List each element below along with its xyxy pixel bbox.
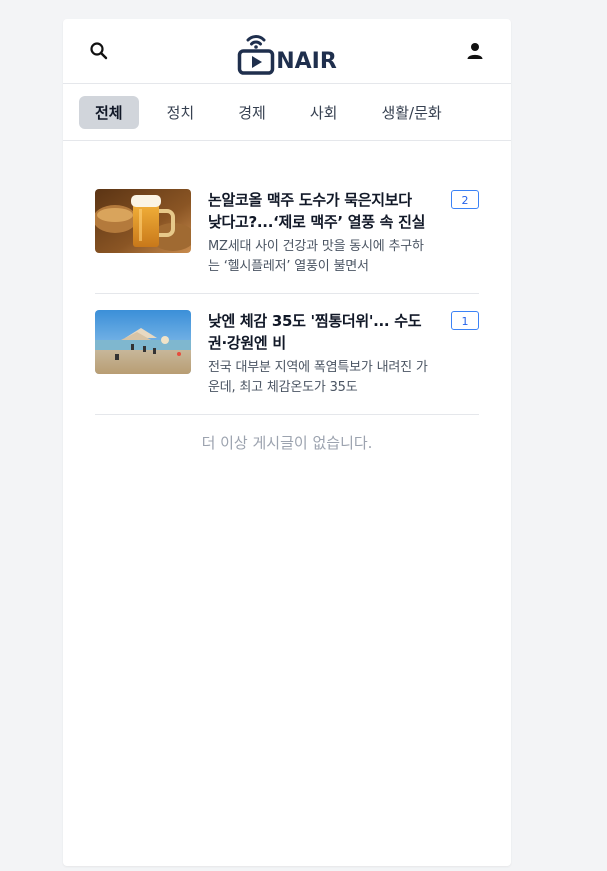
comment-count-badge: 1	[451, 311, 479, 330]
search-icon[interactable]	[89, 41, 109, 61]
article-title[interactable]: 논알코올 맥주 도수가 묵은지보다 낮다고?...‘제로 맥주’ 열풍 속 진실	[208, 189, 430, 233]
article-item[interactable]: 낮엔 체감 35도 '찜통더위'... 수도권·강원엔 비 전국 대부분 지역에…	[95, 294, 479, 415]
logo-text: NAIR	[276, 49, 337, 74]
article-title[interactable]: 낮엔 체감 35도 '찜통더위'... 수도권·강원엔 비	[208, 310, 430, 354]
tv-play-icon	[237, 35, 275, 75]
header: NAIR	[63, 19, 511, 84]
app-frame: NAIR 전체 정치 경제 사회 생활/문화 논알코올 맥주 도수가 묵은지보다…	[63, 19, 511, 866]
article-item[interactable]: 논알코올 맥주 도수가 묵은지보다 낮다고?...‘제로 맥주’ 열풍 속 진실…	[95, 173, 479, 294]
end-of-list-message: 더 이상 게시글이 없습니다.	[201, 434, 373, 452]
tab-society[interactable]: 사회	[294, 96, 354, 129]
user-icon[interactable]	[465, 41, 485, 61]
article-content: 논알코올 맥주 도수가 묵은지보다 낮다고?...‘제로 맥주’ 열풍 속 진실…	[208, 189, 430, 277]
article-list: 논알코올 맥주 도수가 묵은지보다 낮다고?...‘제로 맥주’ 열풍 속 진실…	[63, 141, 511, 453]
article-content: 낮엔 체감 35도 '찜통더위'... 수도권·강원엔 비 전국 대부분 지역에…	[208, 310, 430, 398]
article-summary: MZ세대 사이 건강과 맛을 동시에 추구하는 ‘헬시플레저’ 열풍이 불면서	[208, 239, 424, 274]
article-thumbnail-beer[interactable]	[95, 189, 191, 253]
tab-all[interactable]: 전체	[79, 95, 139, 129]
article-summary: 전국 대부분 지역에 폭염특보가 내려진 가운데, 최고 체감온도가 35도	[208, 360, 428, 395]
article-thumbnail-beach[interactable]	[95, 310, 191, 374]
logo[interactable]: NAIR	[237, 31, 337, 75]
tab-economy[interactable]: 경제	[222, 96, 282, 129]
search-button[interactable]	[89, 41, 109, 61]
category-tabs: 전체 정치 경제 사회 생활/문화	[63, 84, 511, 141]
tab-life-culture[interactable]: 생활/문화	[365, 96, 457, 129]
comment-count-badge: 2	[451, 190, 479, 209]
tab-politics[interactable]: 정치	[151, 96, 211, 129]
user-button[interactable]	[465, 41, 485, 61]
